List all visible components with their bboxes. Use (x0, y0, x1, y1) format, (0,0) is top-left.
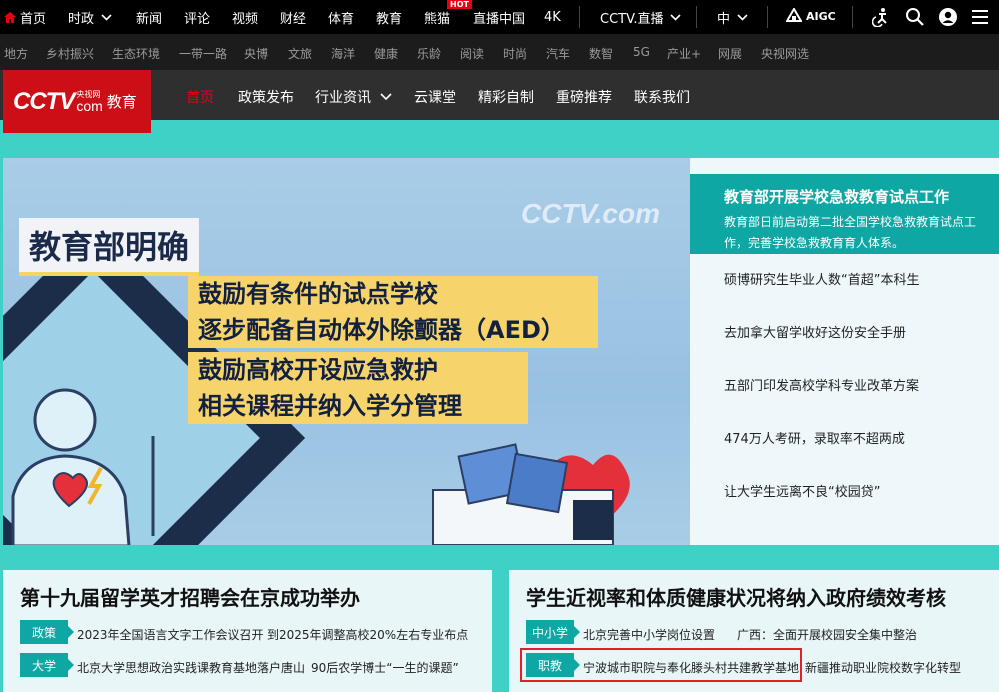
subnav-item[interactable]: 产业+ (667, 45, 701, 62)
cctv-education-logo[interactable]: CCTV 央视网 com 教育 (3, 70, 151, 133)
aigc-label: AIGC (806, 9, 836, 23)
logo-site-en: com (76, 98, 103, 114)
subnav-item[interactable]: 一带一路 (179, 45, 227, 62)
subnav-item[interactable]: 生态环境 (112, 45, 160, 62)
nav-cctv-live-label: CCTV.直播 (600, 11, 664, 27)
channel-tab-featured[interactable]: 重磅推荐 (556, 87, 612, 107)
chevron-down-icon (670, 10, 682, 25)
nav-shizheng[interactable]: 时政 (68, 0, 112, 34)
channel-tab-cloud-class[interactable]: 云课堂 (414, 87, 456, 107)
user-icon[interactable] (938, 7, 958, 27)
category-tag-university[interactable]: 大学 (20, 653, 74, 677)
home-icon (4, 11, 16, 23)
subnav-item[interactable]: 乐龄 (417, 45, 441, 62)
channel-tab-industry[interactable]: 行业资讯 (315, 87, 392, 107)
news-link[interactable]: 新疆推动职业院校数字化转型 (805, 659, 961, 676)
sub-nav: 地方 乡村振兴 生态环境 一带一路 央博 文旅 海洋 健康 乐龄 阅读 时尚 汽… (0, 34, 999, 70)
hero-point-2-line-2: 相关课程并纳入学分管理 (198, 392, 462, 420)
nav-cctv-live[interactable]: CCTV.直播 (600, 0, 682, 34)
subnav-item[interactable]: 数智 (589, 45, 613, 62)
aigc-icon (785, 7, 803, 24)
subnav-item[interactable]: 时尚 (503, 45, 527, 62)
nav-xinwen[interactable]: 新闻 (136, 0, 162, 34)
subnav-item[interactable]: 健康 (374, 45, 398, 62)
language-label: 中 (717, 11, 731, 27)
logo-cctv-text: CCTV (13, 87, 75, 115)
news-card-left: 第十九届留学英才招聘会在京成功举办 政策 2023年全国语言文字工作会议召开 到… (3, 570, 492, 692)
nav-pinglun[interactable]: 评论 (184, 0, 210, 34)
news-link[interactable]: 北京完善中小学岗位设置 (583, 626, 715, 643)
subnav-item[interactable]: 地方 (4, 45, 28, 62)
hero-point-1-line-2: 逐步配备自动体外除颤器（AED） (198, 316, 565, 344)
channel-tab-industry-label: 行业资讯 (315, 90, 371, 106)
logo-channel-name: 教育 (106, 93, 137, 111)
hero-point-1: 鼓励有条件的试点学校 逐步配备自动体外除颤器（AED） (188, 276, 598, 348)
menu-icon[interactable] (970, 7, 990, 27)
highlight-box (520, 648, 802, 682)
headline-active[interactable]: 教育部开展学校急救教育试点工作 教育部日前启动第二批全国学校急救教育试点工作，完… (690, 174, 999, 254)
headline-active-title: 教育部开展学校急救教育试点工作 (724, 188, 950, 206)
subnav-item[interactable]: 乡村振兴 (46, 45, 94, 62)
headline-item[interactable]: 五部门印发高校学科专业改革方案 (724, 375, 919, 394)
nav-tiyu[interactable]: 体育 (328, 0, 354, 34)
subnav-item[interactable]: 海洋 (331, 45, 355, 62)
subnav-item[interactable]: 网展 (718, 45, 742, 62)
search-icon[interactable] (905, 7, 925, 27)
category-tag-k12[interactable]: 中小学 (526, 620, 580, 644)
nav-shizheng-label: 时政 (68, 11, 95, 27)
subnav-item[interactable]: 阅读 (460, 45, 484, 62)
subnav-item[interactable]: 央视网选 (761, 45, 809, 62)
hero-title: 教育部明确 (19, 218, 200, 276)
divider (767, 6, 768, 28)
subnav-item[interactable]: 文旅 (288, 45, 312, 62)
channel-tab-home[interactable]: 首页 (186, 87, 214, 107)
news-link[interactable]: 广西：全面开展校园安全集中整治 (737, 626, 917, 643)
channel-tab-policy[interactable]: 政策发布 (238, 87, 294, 107)
headline-item[interactable]: 474万人考研，录取率不超两成 (724, 428, 905, 447)
nav-zhibo-zhongguo[interactable]: 直播中国 (473, 0, 525, 34)
subnav-item[interactable]: 汽车 (546, 45, 570, 62)
headline-active-desc: 教育部日前启动第二批全国学校急救教育试点工作，完善学校急救教育育人体系。 (724, 215, 977, 250)
nav-4k[interactable]: 4K (544, 0, 561, 34)
divider (696, 6, 697, 28)
headline-item[interactable]: 去加拿大留学收好这份安全手册 (724, 322, 906, 341)
logo-site: 央视网 com (76, 90, 102, 113)
news-card-left-title[interactable]: 第十九届留学英才招聘会在京成功举办 (20, 582, 360, 611)
nav-home-label: 首页 (20, 11, 47, 27)
chevron-down-icon (101, 10, 112, 25)
news-link[interactable]: 到2025年调整高校20%左右专业布点 (267, 626, 468, 643)
hero-watermark: CCTV.com (521, 198, 661, 229)
hero-point-1-line-1: 鼓励有条件的试点学校 (198, 280, 438, 308)
hero-point-2-line-1: 鼓励高校开设应急救护 (198, 356, 438, 384)
chevron-down-icon (380, 89, 392, 105)
headline-item[interactable]: 硕博研究生毕业人数“首超”本科生 (724, 269, 919, 288)
chevron-down-icon (737, 10, 748, 25)
news-link[interactable]: 北京大学思想政治实践课教育基地落户唐山 (77, 659, 305, 676)
accessibility-icon[interactable] (871, 7, 892, 28)
language-select[interactable]: 中 (717, 0, 748, 34)
news-card-right-title[interactable]: 学生近视率和体质健康状况将纳入政府绩效考核 (526, 582, 946, 611)
news-link[interactable]: 90后农学博士“一生的课题” (311, 659, 459, 676)
hero-point-2: 鼓励高校开设应急救护 相关课程并纳入学分管理 (188, 352, 528, 424)
nav-shipin[interactable]: 视频 (232, 0, 258, 34)
category-tag-policy[interactable]: 政策 (20, 620, 74, 644)
subnav-item[interactable]: 央博 (244, 45, 268, 62)
subnav-item[interactable]: 5G (633, 45, 650, 59)
nav-jiaoyu[interactable]: 教育 (376, 0, 402, 34)
channel-tab-contact[interactable]: 联系我们 (634, 87, 690, 107)
first-aid-kit-illustration (432, 443, 630, 545)
headline-item[interactable]: 让大学生远离不良“校园贷” (724, 481, 880, 500)
top-nav: 首页 时政 新闻 评论 视频 财经 体育 教育 熊猫 HOT 直播中国 4K C… (0, 0, 999, 34)
news-link[interactable]: 2023年全国语言文字工作会议召开 (77, 626, 264, 643)
aigc-link[interactable]: AIGC (785, 7, 836, 24)
channel-tab-original[interactable]: 精彩自制 (478, 87, 534, 107)
person-heart-illustration (11, 388, 155, 545)
nav-home[interactable]: 首页 (4, 0, 46, 34)
divider (579, 6, 580, 28)
hero-banner[interactable]: CCTV.com 教育部明确 鼓励有条件的试点学校 逐步配备自动体外除颤器（AE… (3, 158, 690, 545)
headline-list: 教育部开展学校急救教育试点工作 教育部日前启动第二批全国学校急救教育试点工作，完… (690, 158, 999, 545)
divider (852, 6, 853, 28)
nav-caijing[interactable]: 财经 (280, 0, 306, 34)
hot-badge: HOT (447, 0, 472, 9)
